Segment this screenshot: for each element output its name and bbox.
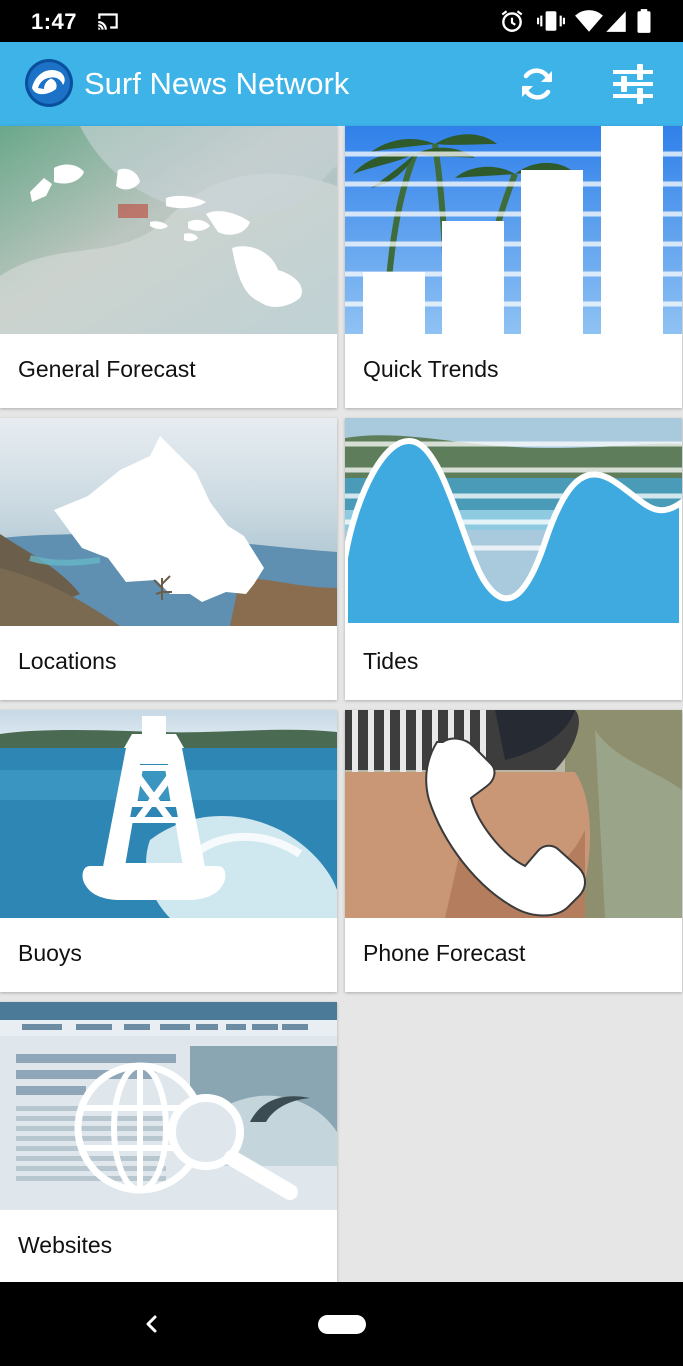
tile-image bbox=[0, 418, 337, 626]
tile-phone-forecast[interactable]: Phone Forecast bbox=[345, 710, 682, 992]
alarm-icon bbox=[499, 8, 525, 39]
tile-general-forecast[interactable]: General Forecast bbox=[0, 126, 337, 408]
feature-grid: General Forecast Quick Trends Locations … bbox=[0, 126, 683, 1284]
app-title: Surf News Network bbox=[84, 66, 350, 101]
vibrate-icon bbox=[537, 8, 565, 39]
status-time: 1:47 bbox=[31, 9, 78, 34]
wifi-icon bbox=[574, 8, 604, 39]
settings-button[interactable] bbox=[609, 60, 657, 108]
tile-tides[interactable]: Tides bbox=[345, 418, 682, 700]
tile-image bbox=[345, 126, 682, 334]
tile-image bbox=[0, 710, 337, 918]
refresh-button[interactable] bbox=[513, 60, 561, 108]
tile-label: Phone Forecast bbox=[363, 940, 526, 966]
tile-quick-trends[interactable]: Quick Trends bbox=[345, 126, 682, 408]
tile-image bbox=[345, 418, 682, 626]
cast-icon bbox=[95, 8, 121, 39]
tile-locations[interactable]: Locations bbox=[0, 418, 337, 700]
tile-label: Tides bbox=[363, 648, 419, 674]
home-pill-icon[interactable] bbox=[318, 1315, 366, 1334]
tile-websites[interactable]: Websites bbox=[0, 1002, 337, 1284]
signal-icon bbox=[604, 8, 628, 39]
back-icon bbox=[146, 1315, 157, 1333]
tile-label: Buoys bbox=[18, 940, 82, 966]
tile-label: Locations bbox=[18, 648, 117, 674]
tile-label: General Forecast bbox=[18, 356, 196, 382]
battery-icon bbox=[636, 8, 652, 39]
tile-image bbox=[0, 1002, 337, 1210]
tile-image bbox=[345, 710, 682, 918]
tile-label: Websites bbox=[18, 1232, 113, 1258]
tile-image bbox=[0, 126, 337, 334]
tile-buoys[interactable]: Buoys bbox=[0, 710, 337, 992]
surf-logo-icon bbox=[24, 58, 74, 108]
back-button[interactable] bbox=[136, 1308, 168, 1340]
tile-label: Quick Trends bbox=[363, 356, 499, 382]
status-bar: 1:47 bbox=[0, 0, 683, 42]
refresh-icon bbox=[522, 68, 552, 100]
settings-sliders-icon bbox=[613, 64, 653, 104]
app-bar: Surf News Network bbox=[0, 42, 683, 126]
